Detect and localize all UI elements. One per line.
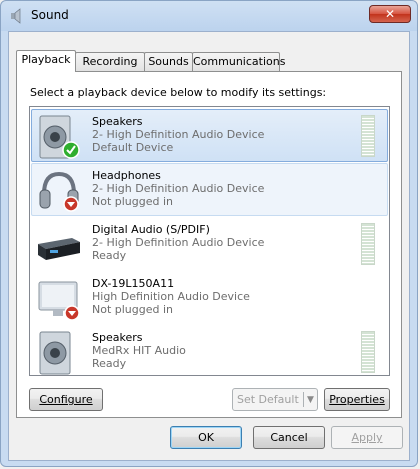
apply-button: Apply xyxy=(331,426,403,449)
device-status: Ready xyxy=(92,357,127,370)
volume-meter xyxy=(361,115,375,157)
sound-dialog: Sound ✕ Playback Recording Sounds Commun… xyxy=(0,0,418,467)
device-status: Not plugged in xyxy=(92,195,174,208)
dialog-body: Playback Recording Sounds Communications… xyxy=(8,31,410,461)
device-row-speakers-default[interactable]: Speakers 2- High Definition Audio Device… xyxy=(31,109,388,162)
close-icon: ✕ xyxy=(384,7,396,21)
device-name: Digital Audio (S/PDIF) xyxy=(92,223,210,236)
device-row-speakers-medrx[interactable]: Speakers MedRx HIT Audio Ready xyxy=(31,325,388,375)
volume-meter xyxy=(361,223,375,265)
device-row-monitor[interactable]: DX-19L150A11 High Definition Audio Devic… xyxy=(31,271,388,324)
tab-recording[interactable]: Recording xyxy=(75,52,145,71)
close-button[interactable]: ✕ xyxy=(369,5,411,23)
speaker-icon xyxy=(39,115,80,159)
cancel-label: Cancel xyxy=(270,431,308,444)
device-row-digital-audio[interactable]: Digital Audio (S/PDIF) 2- High Definitio… xyxy=(31,217,388,270)
device-name: Speakers xyxy=(92,115,143,128)
split-divider xyxy=(303,392,304,407)
device-driver: MedRx HIT Audio xyxy=(92,344,186,357)
device-driver: High Definition Audio Device xyxy=(92,290,250,303)
set-default-label: Set Default xyxy=(237,393,299,406)
properties-label: Properties xyxy=(329,393,385,406)
device-status: Default Device xyxy=(92,141,174,154)
device-driver: 2- High Definition Audio Device xyxy=(92,182,265,195)
speaker-app-icon xyxy=(11,8,21,24)
volume-meter xyxy=(361,331,375,373)
configure-button[interactable]: Configure xyxy=(29,388,103,411)
monitor-icon xyxy=(38,281,80,321)
apply-label: Apply xyxy=(351,431,383,444)
device-status: Not plugged in xyxy=(92,303,174,316)
device-name: Headphones xyxy=(92,169,161,182)
device-driver: 2- High Definition Audio Device xyxy=(92,236,265,249)
window-title: Sound xyxy=(31,8,69,22)
tab-sounds[interactable]: Sounds xyxy=(144,52,193,71)
dropdown-arrow-icon: ▼ xyxy=(307,395,314,405)
device-list[interactable]: Speakers 2- High Definition Audio Device… xyxy=(29,106,390,376)
set-default-button: Set Default ▼ xyxy=(232,388,318,411)
playback-panel: Select a playback device below to modify… xyxy=(16,71,402,418)
device-name: Speakers xyxy=(92,331,143,344)
tab-communications[interactable]: Communications xyxy=(192,52,285,71)
tab-playback[interactable]: Playback xyxy=(16,50,76,72)
device-name: DX-19L150A11 xyxy=(92,277,175,290)
device-driver: 2- High Definition Audio Device xyxy=(92,128,265,141)
properties-button[interactable]: Properties xyxy=(324,388,390,411)
ok-label: OK xyxy=(198,431,214,444)
title-bar[interactable]: Sound ✕ xyxy=(1,1,417,31)
ok-button[interactable]: OK xyxy=(170,426,242,449)
instruction-text: Select a playback device below to modify… xyxy=(30,86,327,99)
cancel-button[interactable]: Cancel xyxy=(253,426,325,449)
device-row-headphones[interactable]: Headphones 2- High Definition Audio Devi… xyxy=(31,163,388,216)
speaker-icon xyxy=(39,331,71,375)
headphones-icon xyxy=(39,171,79,212)
digital-receiver-icon xyxy=(38,238,80,260)
device-status: Ready xyxy=(92,249,127,262)
configure-label: Configure xyxy=(39,393,93,406)
